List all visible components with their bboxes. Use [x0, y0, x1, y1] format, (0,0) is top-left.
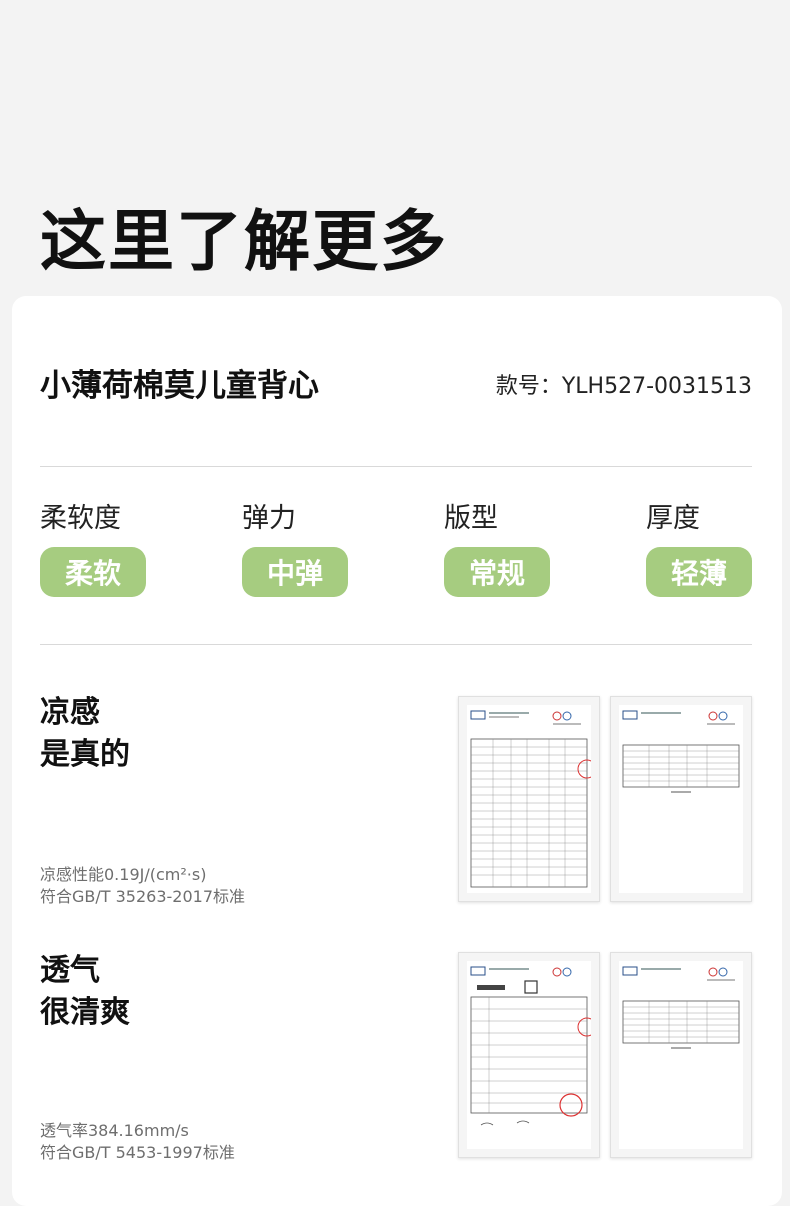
product-name: 小薄荷棉莫儿童背心 — [40, 368, 319, 404]
attribute-value-pill: 柔软 — [40, 547, 146, 597]
test-report-image — [610, 696, 752, 902]
test-report-image — [458, 952, 600, 1158]
attribute-elasticity: 弹力 中弹 — [242, 496, 372, 597]
feature-note-breathable: 透气率384.16mm/s 符合GB/T 5453-1997标准 — [40, 1121, 235, 1162]
attribute-value-pill: 轻薄 — [646, 547, 752, 597]
test-report-page-icon — [470, 966, 591, 1126]
test-report-page-icon — [622, 966, 740, 1049]
test-report-image — [458, 696, 600, 902]
feature-note-cooling: 凉感性能0.19J/(cm²·s) 符合GB/T 35263-2017标准 — [40, 865, 246, 906]
attribute-label: 版型 — [444, 503, 498, 534]
attribute-value-pill: 中弹 — [242, 547, 348, 597]
feature-title-cooling: 凉感 是真的 — [40, 695, 130, 772]
feature-title-breathable: 透气 很清爽 — [40, 953, 130, 1030]
test-report-page-icon — [470, 710, 591, 888]
attribute-softness: 柔软度 柔软 — [40, 496, 170, 597]
attribute-label: 柔软度 — [40, 503, 121, 534]
page-headline: 这里了解更多 — [40, 203, 448, 280]
attribute-thickness: 厚度 轻薄 — [646, 496, 776, 597]
attribute-fit: 版型 常规 — [444, 496, 574, 597]
divider — [40, 466, 752, 467]
test-report-page-icon — [622, 710, 740, 793]
attribute-label: 弹力 — [242, 503, 296, 534]
product-info-card: 小薄荷棉莫儿童背心 款号：YLH527-0031513 柔软度 柔软 弹力 中弹… — [12, 296, 782, 1206]
attribute-label: 厚度 — [646, 503, 700, 534]
attribute-value-pill: 常规 — [444, 547, 550, 597]
test-report-image — [610, 952, 752, 1158]
style-code: 款号：YLH527-0031513 — [495, 374, 752, 399]
divider — [40, 644, 752, 645]
